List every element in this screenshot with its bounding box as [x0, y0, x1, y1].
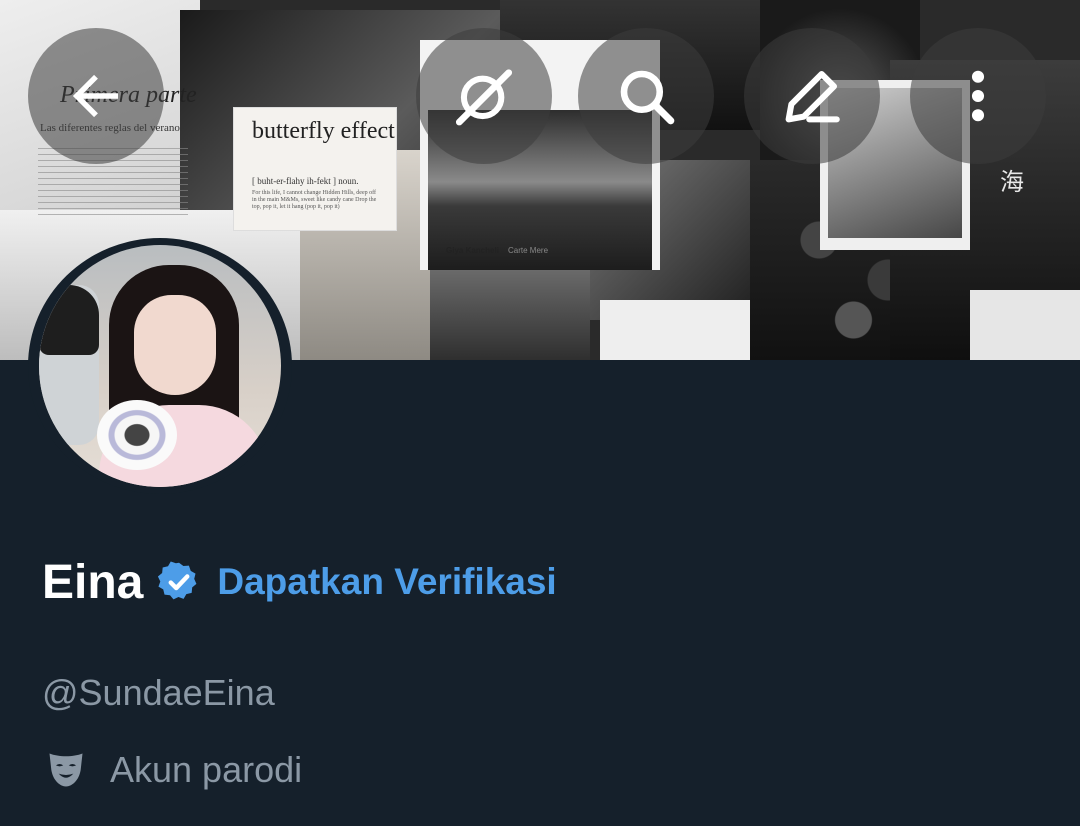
banner-definition-card: butterfly effect [ buht-er-flahy ih-fekt…: [234, 108, 396, 230]
back-button[interactable]: [28, 28, 164, 164]
banner-collage-tile: [970, 290, 1080, 360]
verified-badge-icon[interactable]: [157, 560, 201, 604]
profile-avatar[interactable]: [28, 238, 292, 494]
back-arrow-icon: [72, 74, 118, 118]
card-pronunciation: [ buht-er-flahy ih-fekt ] noun.: [252, 176, 359, 186]
album-artist-text: Giya Kancheli: [446, 246, 499, 255]
album-title-text: Carte Mere: [508, 246, 549, 255]
grok-button[interactable]: [416, 28, 552, 164]
grok-icon: [455, 69, 513, 126]
display-name: Eina: [42, 555, 144, 609]
card-title: butterfly effect: [252, 118, 395, 144]
more-vertical-icon: [971, 70, 985, 122]
search-icon: [620, 70, 675, 125]
more-options-button[interactable]: [910, 28, 1046, 164]
parody-label-row[interactable]: Akun parodi: [44, 748, 302, 792]
banner-collage-tile: [430, 270, 590, 360]
pencil-icon: [785, 70, 840, 123]
parody-label: Akun parodi: [110, 749, 303, 790]
card-body: For this life, I cannot change Hidden Hi…: [252, 190, 377, 210]
banner-collage-tile: [600, 300, 750, 360]
search-button[interactable]: [578, 28, 714, 164]
parody-mask-icon: [49, 753, 83, 787]
banner-kanji: 海: [1000, 168, 1024, 196]
profile-handle: @SundaeEina: [42, 672, 275, 713]
get-verified-link[interactable]: Dapatkan Verifikasi: [217, 561, 556, 603]
profile-name-row: Eina Dapatkan Verifikasi: [42, 552, 557, 612]
edit-button[interactable]: [744, 28, 880, 164]
avatar-image: [39, 245, 281, 487]
